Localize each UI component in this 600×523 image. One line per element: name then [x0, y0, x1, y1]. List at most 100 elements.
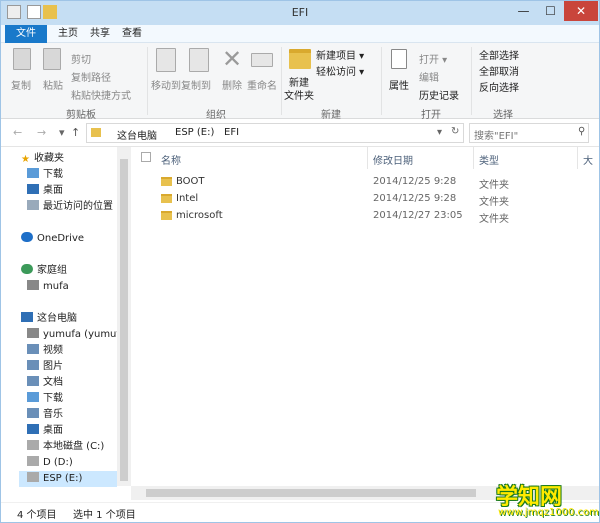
file-type: 文件夹	[479, 180, 509, 191]
close-button[interactable]: ✕	[564, 1, 598, 21]
crumb-this-pc[interactable]: 这台电脑	[117, 127, 157, 142]
copy-path-button[interactable]: 复制路径	[71, 69, 111, 84]
nav-user[interactable]: mufa	[27, 279, 69, 295]
nav-scrollbar[interactable]	[117, 147, 131, 486]
rename-button[interactable]: 重命名	[247, 77, 277, 92]
nav-label: 下载	[43, 393, 63, 404]
file-date: 2014/12/25 9:28	[373, 176, 457, 187]
invert-selection-button[interactable]: 反向选择	[479, 79, 519, 94]
tab-file[interactable]: 文件	[5, 25, 47, 43]
paste-shortcut-button[interactable]: 粘贴快捷方式	[71, 87, 131, 102]
select-all-checkbox[interactable]	[141, 152, 151, 162]
nav-onedrive[interactable]: OneDrive	[21, 231, 84, 247]
crumb-esp-e[interactable]: ESP (E:)	[175, 127, 214, 138]
tab-view[interactable]: 查看	[117, 25, 147, 43]
nav-desktop[interactable]: 桌面	[27, 183, 63, 199]
desktop-icon	[27, 184, 39, 194]
cut-button[interactable]: 剪切	[71, 51, 91, 66]
ribbon-separator	[381, 47, 382, 115]
column-type[interactable]: 类型	[479, 152, 499, 167]
title-bar: EFI — ☐ ✕	[1, 1, 599, 25]
edit-button[interactable]: 编辑	[419, 69, 439, 84]
select-all-button[interactable]: 全部选择	[479, 47, 519, 62]
ribbon-tabs: 文件 主页 共享 查看	[1, 25, 599, 43]
nav-disk-c[interactable]: 本地磁盘 (C:)	[27, 439, 104, 455]
tab-home[interactable]: 主页	[53, 25, 83, 43]
pictures-icon	[27, 360, 39, 370]
watermark-url: www.jmqz1000.com	[498, 507, 599, 518]
search-placeholder: 搜索"EFI"	[474, 131, 519, 142]
nav-disk-e[interactable]: ESP (E:)	[19, 471, 117, 487]
ribbon-separator	[281, 47, 282, 115]
videos-icon	[27, 344, 39, 354]
refresh-button[interactable]: ↻	[451, 126, 459, 137]
nav-recent[interactable]: 最近访问的位置	[27, 199, 113, 215]
move-to-icon	[156, 48, 176, 72]
nav-disk-d[interactable]: D (D:)	[27, 455, 73, 471]
column-modified[interactable]: 修改日期	[373, 152, 413, 167]
nav-label: 收藏夹	[33, 153, 64, 164]
maximize-button[interactable]: ☐	[538, 1, 563, 21]
paste-button[interactable]: 粘贴	[43, 77, 63, 92]
window-title: EFI	[291, 6, 309, 19]
nav-homegroup[interactable]: 家庭组	[21, 263, 67, 279]
column-size[interactable]: 大	[583, 152, 593, 167]
file-name: BOOT	[176, 176, 205, 187]
new-folder-button-line2[interactable]: 文件夹	[284, 87, 314, 102]
easy-access-button[interactable]: 轻松访问 ▾	[316, 63, 364, 78]
search-input[interactable]: 搜索"EFI" ⚲	[469, 123, 589, 143]
nav-videos[interactable]: 视频	[27, 343, 63, 359]
file-type: 文件夹	[479, 197, 509, 208]
file-row-intel[interactable]: Intel 2014/12/25 9:28 文件夹	[151, 191, 571, 208]
forward-button[interactable]: →	[37, 126, 46, 139]
open-button[interactable]: 打开 ▾	[419, 51, 447, 66]
folder-icon	[161, 194, 172, 203]
nav-downloads-pc[interactable]: 下载	[27, 391, 63, 407]
move-to-button[interactable]: 移动到	[151, 77, 181, 92]
tab-share[interactable]: 共享	[85, 25, 115, 43]
file-date: 2014/12/25 9:28	[373, 193, 457, 204]
nav-downloads[interactable]: 下载	[27, 167, 63, 183]
cloud-icon	[21, 232, 33, 242]
music-icon	[27, 408, 39, 418]
nav-label: 文档	[43, 377, 63, 388]
new-folder-icon	[289, 49, 311, 69]
new-item-button[interactable]: 新建项目 ▾	[316, 47, 364, 62]
file-row-boot[interactable]: BOOT 2014/12/25 9:28 文件夹	[151, 174, 571, 191]
up-button[interactable]: ↑	[71, 126, 80, 139]
drive-icon	[27, 472, 39, 482]
properties-button[interactable]: 属性	[389, 77, 409, 92]
address-field[interactable]: 这台电脑 ESP (E:) EFI ▾ ↻	[86, 123, 464, 143]
nav-label: 本地磁盘 (C:)	[43, 441, 105, 452]
recent-locations-button[interactable]: ▾	[59, 126, 65, 139]
crumb-efi[interactable]: EFI	[224, 127, 239, 138]
nav-this-pc[interactable]: 这台电脑	[21, 311, 77, 327]
nav-label: 下载	[43, 169, 63, 180]
nav-label: D (D:)	[43, 457, 73, 468]
address-dropdown-button[interactable]: ▾	[437, 127, 442, 138]
copy-to-button[interactable]: 复制到	[181, 77, 211, 92]
column-name[interactable]: 名称	[161, 152, 181, 167]
computer-icon	[21, 312, 33, 322]
history-button[interactable]: 历史记录	[419, 87, 459, 102]
file-type: 文件夹	[479, 214, 509, 225]
nav-music[interactable]: 音乐	[27, 407, 63, 423]
ribbon: 复制 粘贴 剪切 复制路径 粘贴快捷方式 剪贴板 移动到 复制到 ✕ 删除 重命…	[1, 43, 599, 121]
nav-documents[interactable]: 文档	[27, 375, 63, 391]
file-row-microsoft[interactable]: microsoft 2014/12/27 23:05 文件夹	[151, 208, 571, 225]
column-separator	[367, 147, 368, 169]
properties-icon	[391, 49, 407, 69]
select-none-button[interactable]: 全部取消	[479, 63, 519, 78]
nav-scroll-thumb[interactable]	[120, 159, 128, 481]
recent-places-icon	[27, 200, 39, 210]
copy-button[interactable]: 复制	[11, 77, 31, 92]
h-scroll-thumb[interactable]	[146, 489, 476, 497]
nav-favorites[interactable]: ★ 收藏夹	[21, 151, 64, 167]
nav-desktop-pc[interactable]: 桌面	[27, 423, 63, 439]
nav-pc-user[interactable]: yumufa (yumufa	[27, 327, 126, 343]
nav-label: 桌面	[43, 425, 63, 436]
delete-button[interactable]: 删除	[222, 77, 242, 92]
minimize-button[interactable]: —	[511, 1, 536, 21]
back-button[interactable]: ←	[13, 126, 22, 139]
nav-pictures[interactable]: 图片	[27, 359, 63, 375]
